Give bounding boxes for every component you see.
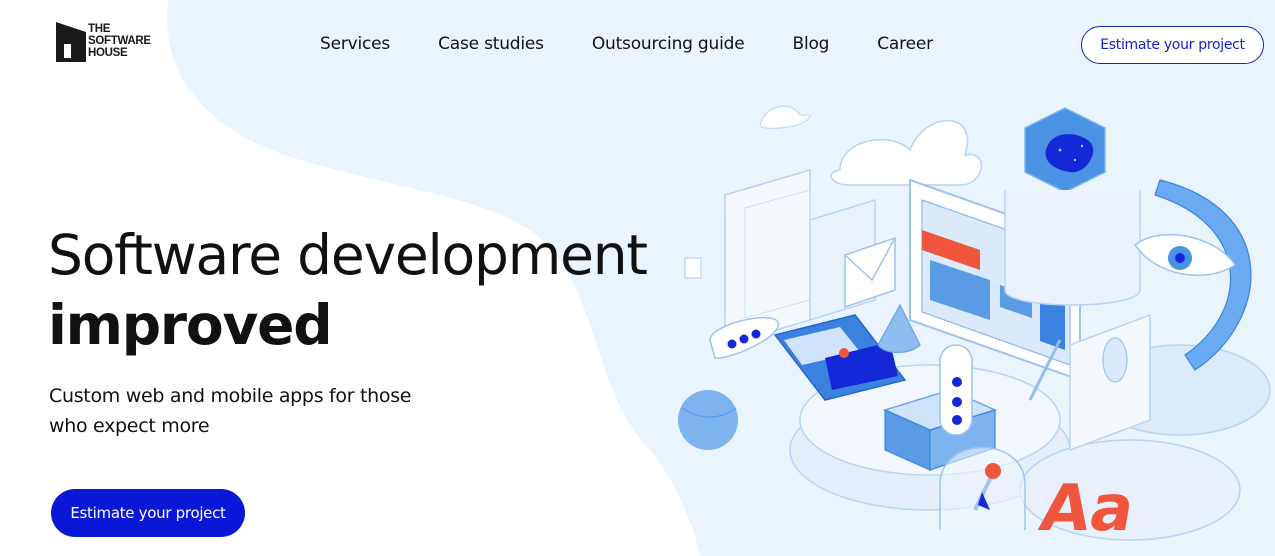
cloud-shape — [830, 119, 982, 186]
header-estimate-button[interactable]: Estimate your project — [1081, 26, 1264, 64]
brand-logo[interactable]: THE SOFTWARE HOUSE — [56, 20, 151, 62]
nav-item-outsourcing-guide[interactable]: Outsourcing guide — [592, 34, 745, 54]
blue-sphere — [678, 390, 738, 450]
small-cloud-shape — [759, 105, 811, 130]
svg-text:Aa: Aa — [1035, 471, 1141, 545]
brand-name-line-3: HOUSE — [88, 47, 128, 59]
brand-name: THE SOFTWARE HOUSE — [88, 23, 151, 59]
hero-title-line-2: improved — [48, 293, 333, 357]
hero-title: Software development improved — [48, 220, 648, 360]
font-letters-icon: Aa — [1035, 471, 1141, 545]
chat-bubble-icon — [709, 317, 779, 359]
house-logo-icon — [56, 22, 86, 62]
hexagon-gem-icon — [1024, 107, 1106, 193]
hero-subtitle: Custom web and mobile apps for those who… — [49, 381, 449, 441]
nav-item-blog[interactable]: Blog — [792, 34, 829, 54]
nav-item-case-studies[interactable]: Case studies — [438, 34, 544, 54]
brand-name-line-2: SOFTWARE — [88, 35, 151, 47]
brand-name-line-1: THE — [88, 23, 111, 35]
glass-dome-shape — [939, 446, 1026, 530]
hero-title-line-1: Software development — [48, 223, 648, 287]
capsule-dots — [939, 344, 973, 436]
hero-subtitle-line-1: Custom web and mobile apps for those — [49, 385, 412, 407]
nav-item-career[interactable]: Career — [877, 34, 933, 54]
hero-estimate-button[interactable]: Estimate your project — [51, 489, 245, 537]
hero-subtitle-line-2: who expect more — [49, 415, 210, 437]
nav-item-services[interactable]: Services — [320, 34, 390, 54]
cylinder-shape — [1004, 190, 1141, 306]
oval-mirror — [1102, 337, 1128, 383]
isometric-tech-illustration: Aa — [678, 105, 1271, 546]
main-nav: Services Case studies Outsourcing guide … — [320, 34, 933, 54]
